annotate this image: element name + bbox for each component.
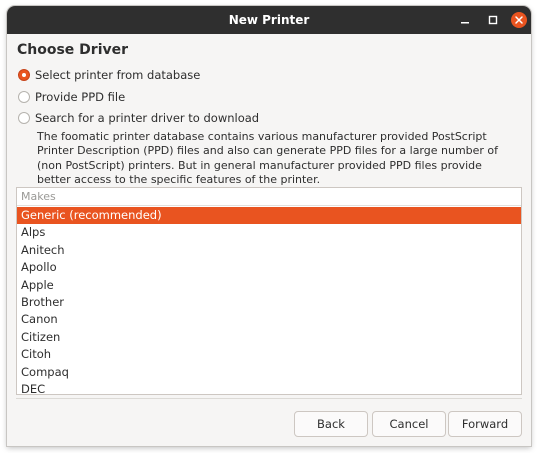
radio-unchecked-icon[interactable] [18,91,30,103]
makes-rows: Generic (recommended) Alps Anitech Apoll… [17,207,521,394]
makes-header-label: Makes [21,190,56,203]
maximize-icon[interactable] [483,10,503,30]
divider [16,398,522,399]
radio-checked-icon[interactable] [18,69,30,81]
database-description: The foomatic printer database contains v… [37,130,499,187]
back-button[interactable]: Back [294,411,368,437]
minimize-icon[interactable] [455,10,475,30]
radio-database-label: Select printer from database [35,68,201,82]
page-heading: Choose Driver [17,42,129,58]
list-item[interactable]: DEC [17,381,521,394]
radio-unchecked-icon[interactable] [18,112,30,124]
list-item[interactable]: Citizen [17,329,521,346]
list-item[interactable]: Generic (recommended) [17,207,521,225]
list-item[interactable]: Apple [17,277,521,294]
list-item[interactable]: Brother [17,294,521,311]
radio-ppd-file-label: Provide PPD file [35,90,126,104]
title-bar[interactable]: New Printer [7,6,531,34]
new-printer-dialog: New Printer Choose Driver Select printer… [7,6,531,446]
makes-list[interactable]: Makes Generic (recommended) Alps Anitech… [16,187,522,395]
close-icon[interactable] [509,10,529,30]
list-item[interactable]: Compaq [17,364,521,381]
window-title: New Printer [228,13,310,27]
list-item[interactable]: Anitech [17,242,521,259]
list-item[interactable]: Canon [17,311,521,328]
forward-button[interactable]: Forward [448,411,522,437]
list-item[interactable]: Apollo [17,259,521,276]
cancel-button[interactable]: Cancel [372,411,446,437]
list-item[interactable]: Alps [17,224,521,241]
radio-search-driver-label: Search for a printer driver to download [35,111,260,125]
makes-column-header[interactable]: Makes [17,188,521,206]
list-item[interactable]: Citoh [17,346,521,363]
